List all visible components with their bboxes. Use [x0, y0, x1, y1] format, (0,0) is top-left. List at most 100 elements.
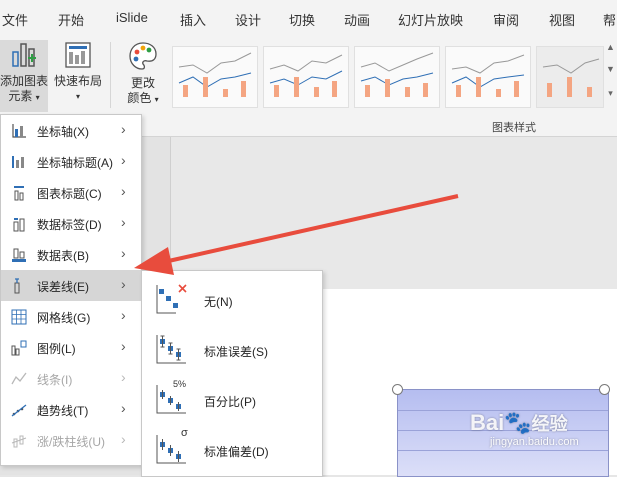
- menu-item-data-table[interactable]: 数据表(B) ›: [1, 239, 141, 270]
- menu-item-label: 图表标题(C): [37, 187, 102, 201]
- sigma-badge: σ: [181, 427, 188, 439]
- chart-style-thumb[interactable]: [172, 46, 258, 108]
- menu-item-label: 坐标轴(X): [37, 125, 89, 139]
- chart-style-preview-icon: [451, 54, 525, 97]
- menu-item-label: 数据表(B): [37, 249, 89, 263]
- trendline-icon: [11, 404, 27, 417]
- dropdown-arrow-icon: ▾: [75, 92, 80, 101]
- tab-help[interactable]: 帮: [603, 10, 616, 29]
- error-bars-submenu: 无(N) 标准误差(S) 5% 百分比(P) σ 标准偏差(D): [141, 270, 323, 477]
- change-colors-label: 更改: [130, 76, 155, 90]
- chevron-right-icon: ›: [121, 338, 126, 354]
- menu-bar: 文件 开始 iSlide 插入 设计 切换 动画 幻灯片放映 审阅 视图 帮: [0, 0, 617, 36]
- standard-error-icon: [156, 335, 186, 364]
- paw-icon: 🐾: [504, 410, 532, 435]
- chevron-right-icon: ›: [121, 121, 126, 137]
- scroll-down-icon[interactable]: ▼: [604, 64, 617, 74]
- menu-item-lines: 线条(I) ›: [1, 363, 141, 394]
- change-colors-button[interactable]: 更改 颜色 ▾: [118, 40, 168, 107]
- tab-review[interactable]: 审阅: [493, 10, 519, 29]
- menu-item-label: 线条(I): [37, 373, 73, 387]
- chevron-right-icon: ›: [121, 276, 126, 292]
- chart-gridline: [398, 450, 608, 451]
- menu-item-trendline[interactable]: 趋势线(T) ›: [1, 394, 141, 425]
- quick-layout-icon: [65, 42, 91, 68]
- menu-item-data-labels[interactable]: 数据标签(D) ›: [1, 208, 141, 239]
- add-chart-element-label: 添加图表: [0, 74, 49, 88]
- axis-titles-icon: [12, 156, 24, 168]
- chevron-right-icon: ›: [121, 214, 126, 230]
- submenu-item-label: 无(N): [204, 295, 233, 309]
- legend-icon: [11, 340, 27, 356]
- percent-badge: 5%: [173, 379, 187, 389]
- add-chart-element-label-2: 元素: [8, 89, 33, 103]
- chart-style-thumb[interactable]: [263, 46, 349, 108]
- tab-home[interactable]: 开始: [58, 10, 84, 29]
- error-bars-none-icon: [156, 284, 187, 314]
- menu-item-axes[interactable]: 坐标轴(X) ›: [1, 115, 141, 146]
- menu-item-gridlines[interactable]: 网格线(G) ›: [1, 301, 141, 332]
- add-chart-element-icon: [12, 43, 36, 67]
- watermark-brand: Bai: [470, 410, 505, 435]
- resize-handle[interactable]: [392, 384, 403, 395]
- menu-item-label: 数据标签(D): [37, 218, 102, 232]
- axes-icon: [12, 124, 26, 138]
- submenu-item-percentage[interactable]: 5% 百分比(P): [142, 373, 322, 423]
- add-chart-element-menu: 坐标轴(X) › 坐标轴标题(A) › 图表标题(C) › 数据标签(D) › …: [0, 114, 142, 466]
- error-bars-icon: [14, 278, 20, 294]
- chart-style-thumb[interactable]: [445, 46, 531, 108]
- menu-item-label: 图例(L): [37, 342, 76, 356]
- submenu-item-standard-error[interactable]: 标准误差(S): [142, 323, 322, 373]
- chevron-right-icon: ›: [121, 307, 126, 323]
- chevron-right-icon: ›: [121, 245, 126, 261]
- gallery-more-icon[interactable]: ▾: [604, 88, 617, 99]
- chart-style-preview-icon: [360, 52, 434, 97]
- menu-item-label: 网格线(G): [37, 311, 91, 325]
- menu-item-label: 趋势线(T): [37, 404, 89, 418]
- chart-style-preview-icon: [178, 52, 252, 97]
- chart-style-thumb[interactable]: [354, 46, 440, 108]
- quick-layout-button[interactable]: 快速布局 ▾: [50, 40, 106, 104]
- data-labels-icon: [13, 218, 25, 232]
- lines-icon: [11, 372, 27, 385]
- tab-file[interactable]: 文件: [2, 10, 28, 29]
- watermark-url: jingyan.baidu.com: [490, 436, 579, 448]
- submenu-item-label: 百分比(P): [204, 395, 256, 409]
- data-table-icon: [12, 248, 26, 262]
- resize-handle[interactable]: [599, 384, 610, 395]
- menu-item-label: 误差线(E): [37, 280, 89, 294]
- menu-item-chart-title[interactable]: 图表标题(C) ›: [1, 177, 141, 208]
- tab-transitions[interactable]: 切换: [289, 10, 315, 29]
- submenu-item-none[interactable]: 无(N): [142, 273, 322, 323]
- menu-item-error-bars[interactable]: 误差线(E) ›: [1, 270, 141, 301]
- menu-item-legend[interactable]: 图例(L) ›: [1, 332, 141, 363]
- menu-item-axis-titles[interactable]: 坐标轴标题(A) ›: [1, 146, 141, 177]
- submenu-item-standard-deviation[interactable]: σ 标准偏差(D): [142, 423, 322, 473]
- scroll-up-icon[interactable]: ▲: [604, 42, 617, 52]
- chevron-right-icon: ›: [121, 152, 126, 168]
- dropdown-arrow-icon: ▾: [154, 95, 159, 104]
- tab-insert[interactable]: 插入: [180, 10, 206, 29]
- tab-islide[interactable]: iSlide: [116, 10, 148, 25]
- tab-animations[interactable]: 动画: [344, 10, 370, 29]
- tab-design[interactable]: 设计: [235, 10, 261, 29]
- tab-slideshow[interactable]: 幻灯片放映: [398, 10, 463, 29]
- chart-title-icon: [14, 186, 24, 201]
- chevron-right-icon: ›: [121, 400, 126, 416]
- ribbon-separator: [110, 42, 111, 108]
- chevron-right-icon: ›: [121, 431, 126, 447]
- gridlines-icon: [11, 309, 27, 325]
- tab-view[interactable]: 视图: [549, 10, 575, 29]
- palette-icon: [129, 42, 157, 70]
- menu-item-label: 坐标轴标题(A): [37, 156, 113, 170]
- baidu-watermark: Bai🐾经验 jingyan.baidu.com: [470, 410, 579, 448]
- dropdown-arrow-icon: ▾: [35, 93, 40, 102]
- chevron-right-icon: ›: [121, 183, 126, 199]
- chart-style-thumb[interactable]: [536, 46, 604, 108]
- up-down-bars-icon: [11, 435, 27, 448]
- menu-item-up-down-bars: 涨/跌柱线(U) ›: [1, 425, 141, 456]
- submenu-item-label: 标准误差(S): [204, 345, 268, 359]
- chart-style-preview-icon: [269, 54, 343, 97]
- add-chart-element-button[interactable]: 添加图表 元素 ▾: [0, 40, 48, 112]
- submenu-item-label: 标准偏差(D): [204, 445, 269, 459]
